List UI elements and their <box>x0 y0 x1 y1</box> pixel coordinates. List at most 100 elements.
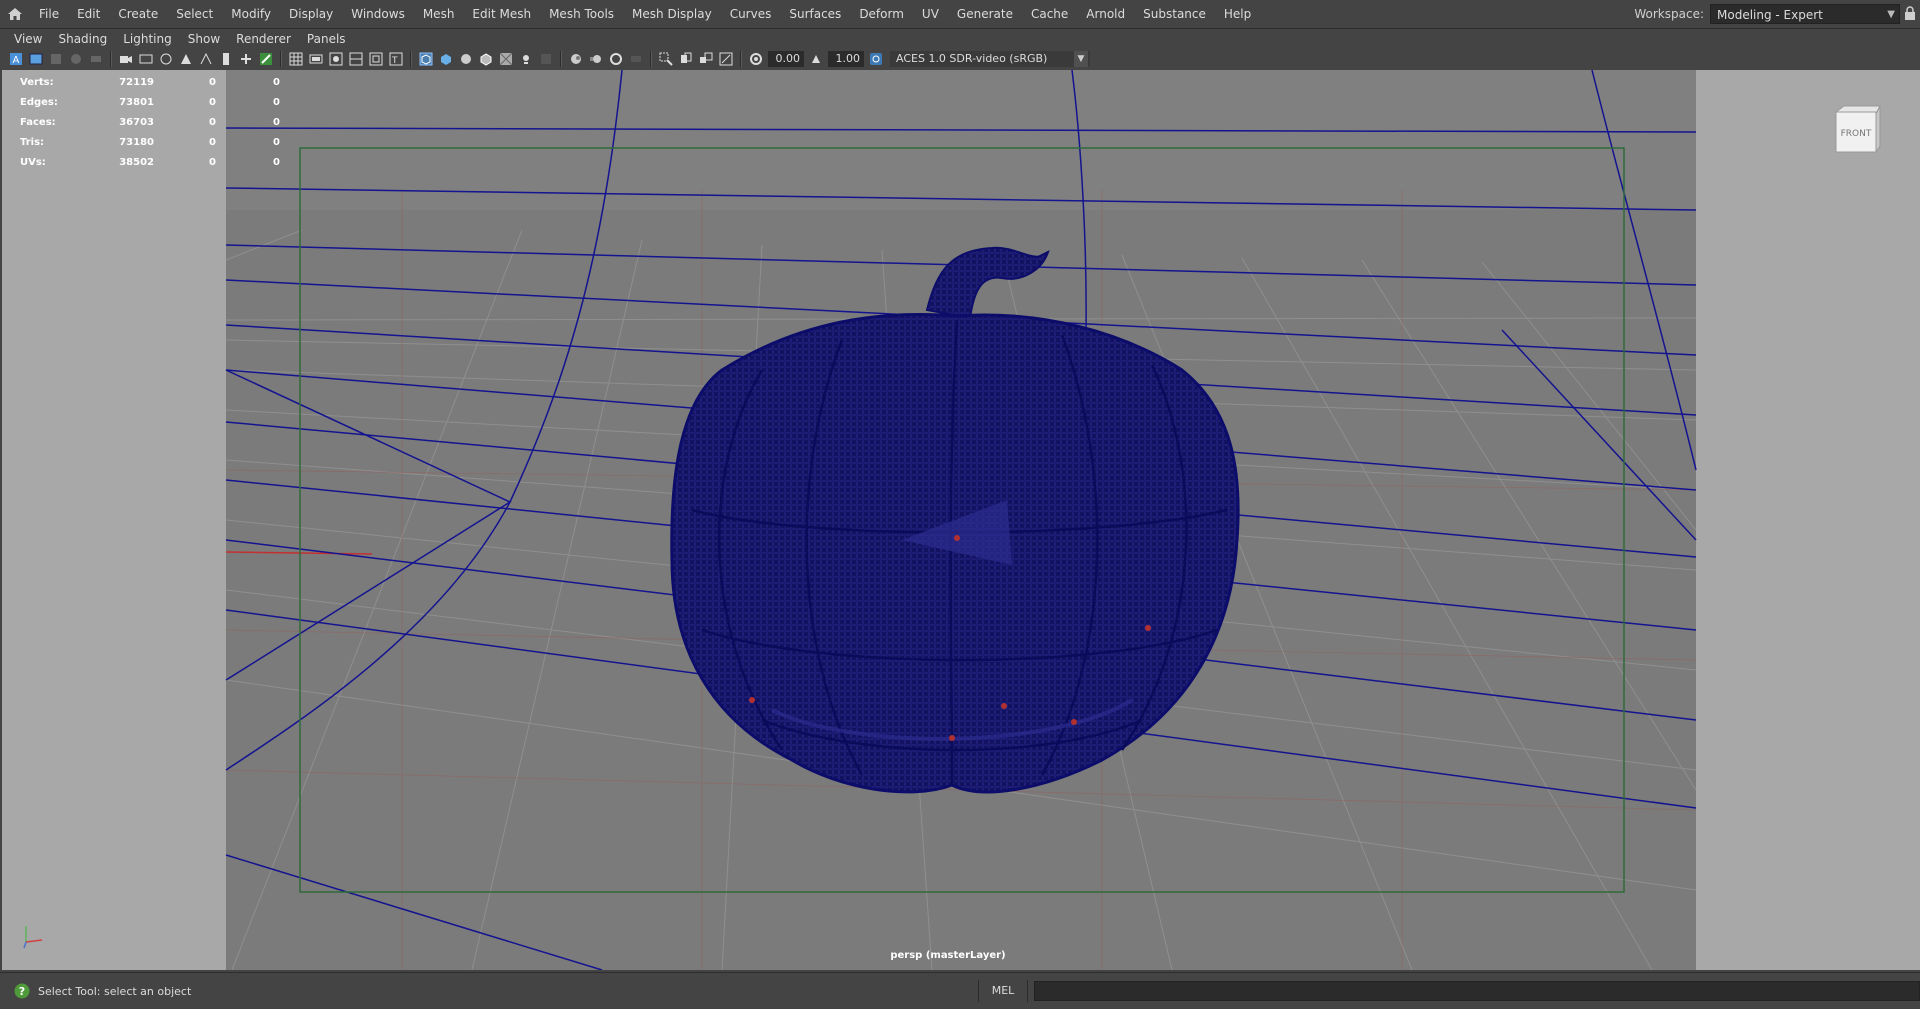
panel-menu-show[interactable]: Show <box>180 29 228 49</box>
shadows-icon[interactable] <box>538 51 554 67</box>
use-all-lights-icon[interactable] <box>518 51 534 67</box>
motion-blur-icon[interactable] <box>588 51 604 67</box>
workspace-label: Workspace: <box>1634 7 1704 21</box>
xray-components-icon[interactable] <box>718 51 734 67</box>
panel-menu-view[interactable]: View <box>6 29 50 49</box>
hud-row-faces: Faces: 36703 0 0 <box>20 112 280 132</box>
toolbar-separator <box>410 51 412 67</box>
lock-icon[interactable] <box>1904 6 1916 20</box>
isolate-select-icon[interactable] <box>658 51 674 67</box>
menu-mesh-tools[interactable]: Mesh Tools <box>540 0 623 28</box>
hud-component: 0 <box>273 96 280 108</box>
hud-component: 0 <box>273 136 280 148</box>
screen-space-ao-icon[interactable] <box>568 51 584 67</box>
gamma-field[interactable]: 1.00 <box>828 51 864 67</box>
camera-icon[interactable] <box>118 51 134 67</box>
hud-total: 36703 <box>119 116 154 128</box>
command-input[interactable] <box>1034 981 1920 1001</box>
menu-surfaces[interactable]: Surfaces <box>780 0 850 28</box>
grease-pencil-icon[interactable] <box>258 51 274 67</box>
hud-total: 38502 <box>119 156 154 168</box>
svg-text:?: ? <box>19 985 25 998</box>
wireframe-on-shaded-icon[interactable] <box>478 51 494 67</box>
default-material-icon[interactable] <box>458 51 474 67</box>
view-cube[interactable]: FRONT <box>1830 102 1882 154</box>
hud-selected: 0 <box>209 96 216 108</box>
gate-mask-toggle-icon[interactable] <box>348 51 364 67</box>
menu-select[interactable]: Select <box>167 0 222 28</box>
menu-curves[interactable]: Curves <box>721 0 781 28</box>
menu-file[interactable]: File <box>30 0 68 28</box>
field-chart-icon[interactable] <box>198 51 214 67</box>
menu-uv[interactable]: UV <box>913 0 948 28</box>
safe-action-icon[interactable] <box>218 51 234 67</box>
hud-total: 72119 <box>119 76 154 88</box>
two-d-pan-icon[interactable] <box>88 51 104 67</box>
hud-row-uvs: UVs: 38502 0 0 <box>20 152 280 172</box>
menu-generate[interactable]: Generate <box>948 0 1022 28</box>
color-management-icon[interactable] <box>868 51 884 67</box>
resolution-gate-icon[interactable] <box>158 51 174 67</box>
anti-aliasing-icon[interactable] <box>608 51 624 67</box>
toolbar-separator <box>280 51 282 67</box>
hud-row-edges: Edges: 73801 0 0 <box>20 92 280 112</box>
film-gate-icon[interactable] <box>138 51 154 67</box>
smooth-shade-icon[interactable] <box>438 51 454 67</box>
viewport-scene[interactable] <box>2 70 1920 970</box>
command-language-toggle[interactable]: MEL <box>978 980 1028 1002</box>
panel-menu-lighting[interactable]: Lighting <box>115 29 180 49</box>
home-button[interactable] <box>0 0 30 28</box>
hud-selected: 0 <box>209 116 216 128</box>
panel-menu-renderer[interactable]: Renderer <box>228 29 299 49</box>
gate-mask-icon[interactable] <box>178 51 194 67</box>
wireframe-icon[interactable] <box>418 51 434 67</box>
menu-create[interactable]: Create <box>109 0 167 28</box>
panel-menu-panels[interactable]: Panels <box>299 29 354 49</box>
exposure-field[interactable]: 0.00 <box>768 51 804 67</box>
exposure-icon[interactable] <box>748 51 764 67</box>
menu-help[interactable]: Help <box>1215 0 1260 28</box>
resolution-gate-toggle-icon[interactable] <box>328 51 344 67</box>
menu-modify[interactable]: Modify <box>222 0 280 28</box>
menu-windows[interactable]: Windows <box>342 0 414 28</box>
toolbar-separator <box>110 51 112 67</box>
menu-substance[interactable]: Substance <box>1134 0 1215 28</box>
xray-joints-icon[interactable] <box>698 51 714 67</box>
hud-component: 0 <box>273 156 280 168</box>
menu-cache[interactable]: Cache <box>1022 0 1077 28</box>
hud-component: 0 <box>273 116 280 128</box>
hud-total: 73180 <box>119 136 154 148</box>
select-camera-icon[interactable]: A <box>8 51 24 67</box>
view-transform-dropdown[interactable]: ACES 1.0 SDR-video (sRGB) ▼ <box>890 51 1090 67</box>
hud-label: Tris: <box>20 136 45 148</box>
menu-deform[interactable]: Deform <box>850 0 913 28</box>
toolbar-separator <box>650 51 652 67</box>
bookmark-icon[interactable] <box>48 51 64 67</box>
safe-title-icon[interactable] <box>238 51 254 67</box>
toolbar-separator <box>740 51 742 67</box>
hud-label: Faces: <box>20 116 56 128</box>
grid-icon[interactable] <box>288 51 304 67</box>
menu-mesh-display[interactable]: Mesh Display <box>623 0 721 28</box>
menu-arnold[interactable]: Arnold <box>1077 0 1134 28</box>
menu-edit-mesh[interactable]: Edit Mesh <box>463 0 540 28</box>
viewport-toolbar: A T 0.00 1.00 ACES 1.0 SDR-video (sRGB) … <box>6 49 1090 69</box>
workspace-dropdown[interactable]: Modeling - Expert ▼ <box>1710 4 1900 24</box>
xray-icon[interactable] <box>678 51 694 67</box>
image-plane-icon[interactable] <box>68 51 84 67</box>
chevron-down-icon: ▼ <box>1074 51 1088 67</box>
textured-icon[interactable] <box>498 51 514 67</box>
safe-area-toggle-icon[interactable]: T <box>388 51 404 67</box>
film-gate-toggle-icon[interactable] <box>308 51 324 67</box>
chevron-down-icon: ▼ <box>1887 9 1895 20</box>
panel-menu-shading[interactable]: Shading <box>50 29 115 49</box>
camera-attributes-icon[interactable] <box>28 51 44 67</box>
persp-viewport[interactable]: Verts: 72119 0 0 Edges: 73801 0 0 Faces:… <box>2 70 1920 970</box>
hud-label: Verts: <box>20 76 54 88</box>
gamma-icon[interactable] <box>808 51 824 67</box>
menu-display[interactable]: Display <box>280 0 342 28</box>
field-chart-toggle-icon[interactable] <box>368 51 384 67</box>
menu-mesh[interactable]: Mesh <box>414 0 464 28</box>
menu-edit[interactable]: Edit <box>68 0 109 28</box>
depth-of-field-icon[interactable] <box>628 51 644 67</box>
